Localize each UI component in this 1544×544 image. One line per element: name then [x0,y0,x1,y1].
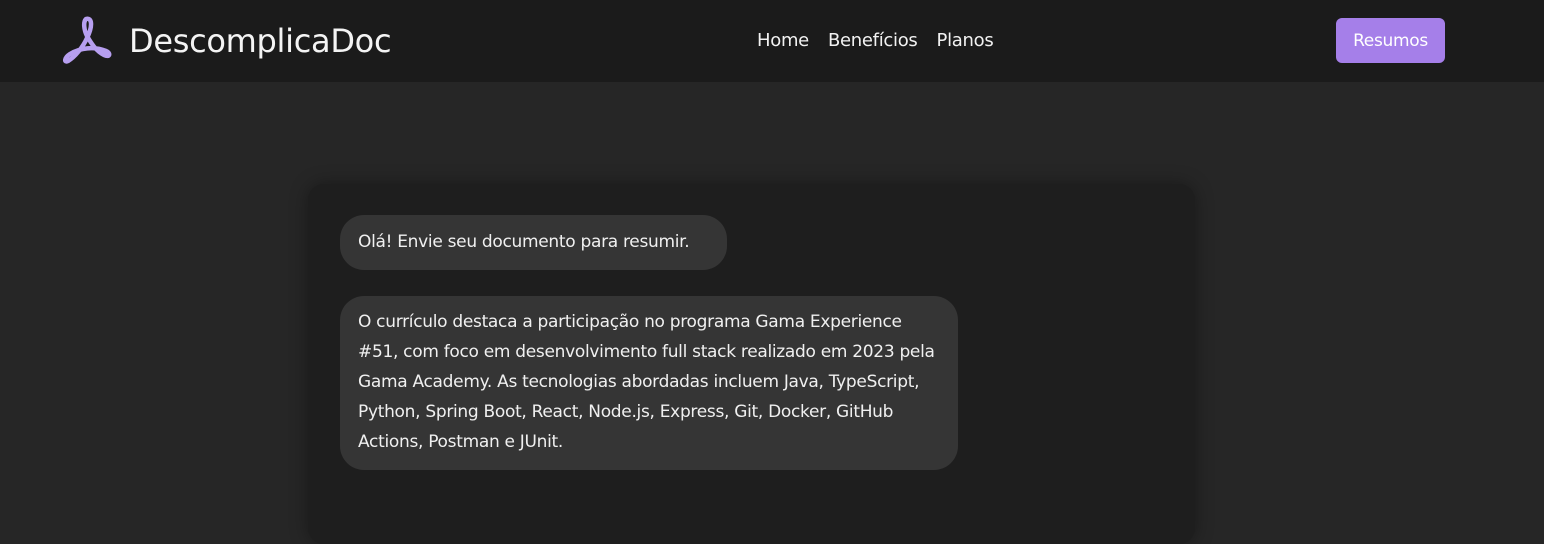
main-nav: Home Benefícios Planos [757,28,994,54]
chat-card: Olá! Envie seu documento para resumir. O… [308,184,1195,544]
nav-link-beneficios[interactable]: Benefícios [828,28,918,54]
acrobat-pdf-icon [63,16,112,64]
chat-message-summary: O currículo destaca a participação no pr… [340,296,958,470]
nav-link-planos[interactable]: Planos [937,28,994,54]
chat-message-greeting: Olá! Envie seu documento para resumir. [340,215,727,270]
navbar: DescomplicaDoc Home Benefícios Planos Re… [0,0,1544,82]
nav-link-home[interactable]: Home [757,28,809,54]
brand-link[interactable]: DescomplicaDoc [62,16,392,66]
brand-name: DescomplicaDoc [129,22,392,60]
resumos-button[interactable]: Resumos [1336,18,1445,63]
